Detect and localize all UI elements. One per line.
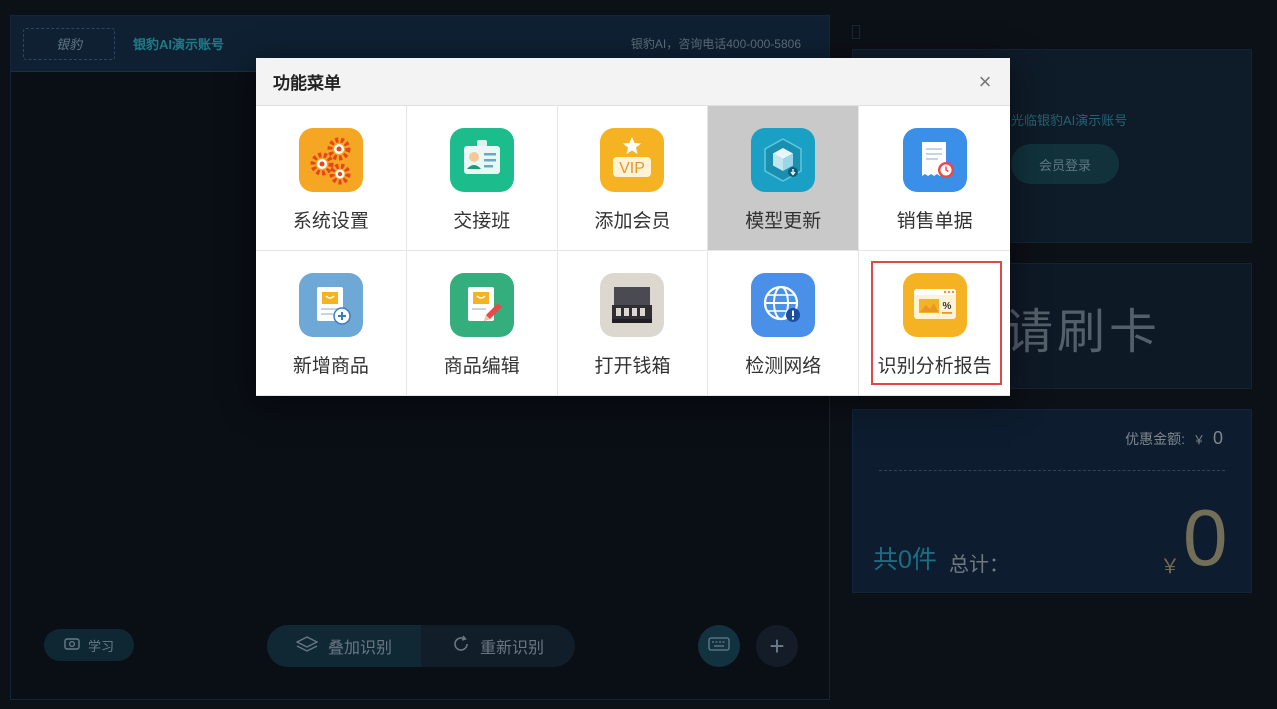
cash-drawer-icon [600,273,665,337]
menu-item-add-member[interactable]: VIP 添加会员 [557,106,709,251]
menu-item-open-cash-drawer[interactable]: 打开钱箱 [557,251,709,396]
menu-item-shift-handover[interactable]: 交接班 [406,106,558,251]
menu-item-model-update[interactable]: 模型更新 [708,106,860,251]
gears-icon [298,128,363,192]
menu-label: 交接班 [453,211,511,232]
menu-item-add-product[interactable]: 新增商品 [256,251,407,396]
menu-label: 系统设置 [292,211,369,232]
close-icon: × [978,69,992,94]
menu-label: 检测网络 [745,356,822,377]
svg-text:%: % [942,301,951,312]
menu-item-system-settings[interactable]: 系统设置 [256,106,407,251]
close-button[interactable]: × [974,71,996,93]
menu-label: 模型更新 [745,211,822,232]
menu-item-sales-receipts[interactable]: 销售单据 [859,106,1010,251]
menu-label: 商品编辑 [443,356,520,377]
menu-item-recognition-report[interactable]: % 识别分析报告 [859,251,1010,396]
add-product-icon [298,273,363,337]
svg-text:VIP: VIP [620,160,646,177]
report-icon: % [902,273,967,337]
menu-grid: 系统设置 交接班 VIP 添加会员 模型更新 销售单据 新增商品 商品编辑 打开… [256,106,1010,396]
model-cube-icon [751,128,816,192]
function-menu-dialog: 功能菜单 × 系统设置 交接班 VIP 添加会员 模型更新 销售单据 新增商品 … [256,58,1010,396]
vip-icon: VIP [600,128,665,192]
menu-item-check-network[interactable]: 检测网络 [708,251,860,396]
menu-label: 新增商品 [292,356,369,377]
globe-alert-icon [751,273,816,337]
receipt-icon [902,128,967,192]
menu-label: 销售单据 [896,211,973,232]
menu-item-edit-product[interactable]: 商品编辑 [406,251,558,396]
menu-label: 识别分析报告 [877,356,992,377]
dialog-title: 功能菜单 [273,74,341,93]
menu-label: 打开钱箱 [594,356,671,377]
menu-label: 添加会员 [594,211,671,232]
id-badge-icon [449,128,514,192]
dialog-header: 功能菜单 [256,58,1010,106]
edit-product-icon [449,273,514,337]
